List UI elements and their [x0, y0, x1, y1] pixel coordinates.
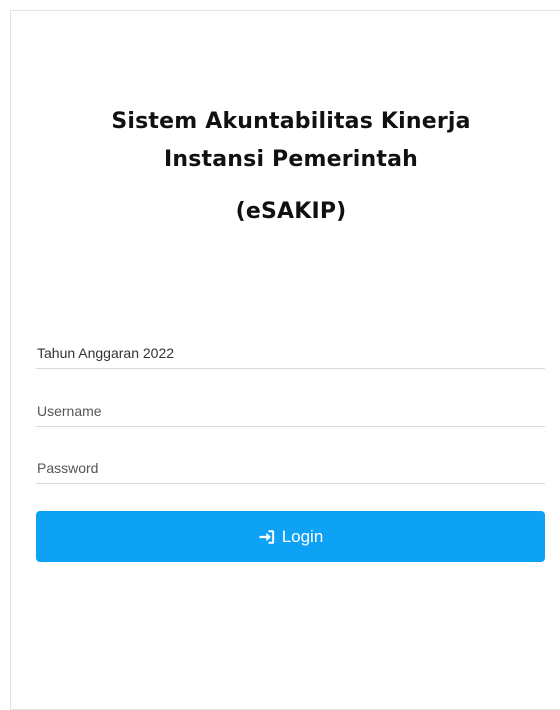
login-button[interactable]: Login	[36, 511, 545, 562]
login-button-label: Login	[281, 526, 324, 546]
password-input[interactable]	[36, 452, 545, 484]
app-title-line3: (eSAKIP)	[235, 199, 347, 224]
username-input[interactable]	[36, 395, 545, 427]
app-title-line2: Instansi Pemerintah	[163, 147, 419, 172]
app-title-line1: Sistem Akuntabilitas Kinerja	[111, 109, 471, 134]
sign-in-icon	[258, 528, 276, 546]
fiscal-year-field[interactable]	[36, 337, 545, 369]
